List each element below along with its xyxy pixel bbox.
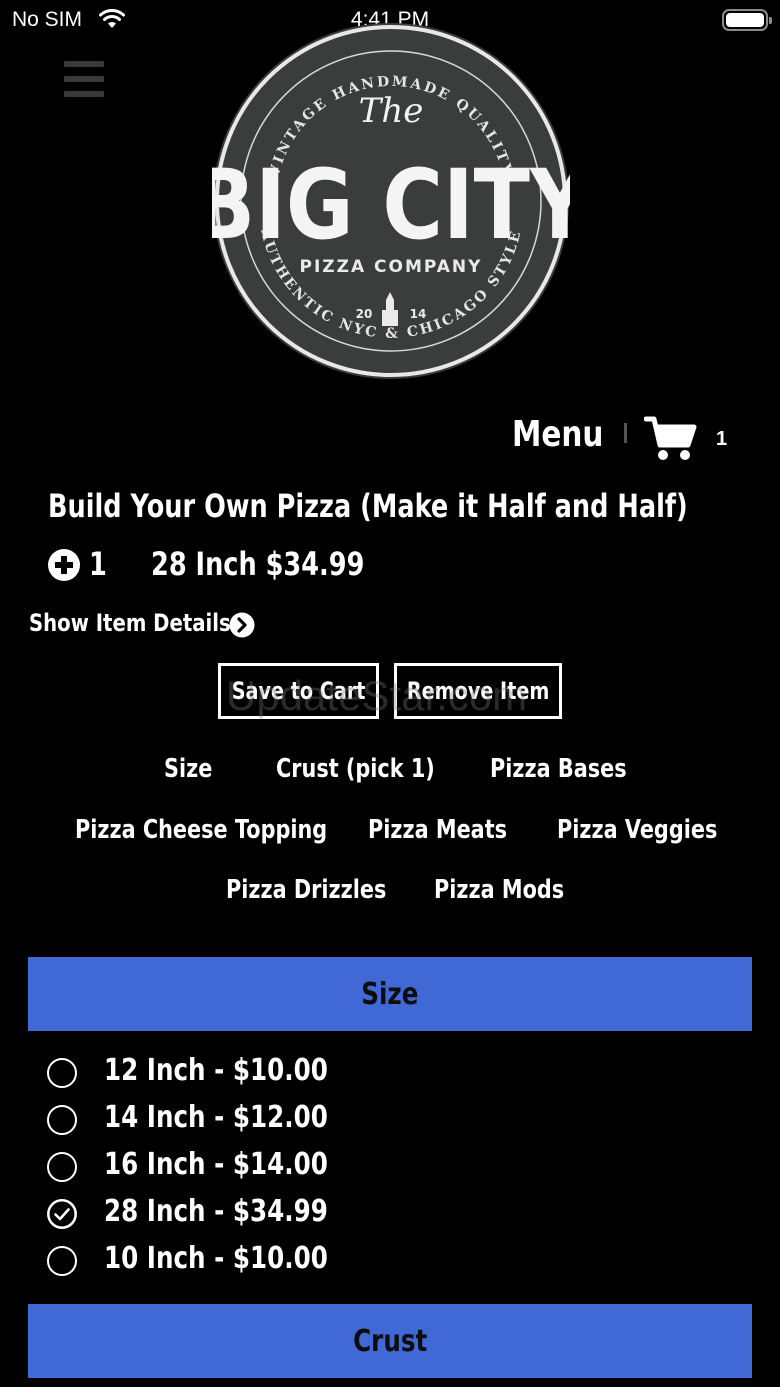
category-link-pizza-meats[interactable]: Pizza Meats xyxy=(368,815,542,849)
quantity-value: 1 xyxy=(89,545,111,583)
option-label: 14 Inch - $12.00 xyxy=(104,1100,377,1135)
option-text: 12 Inch - $10.00 xyxy=(104,1053,328,1088)
plus-circle-icon[interactable] xyxy=(47,548,81,582)
battery-icon xyxy=(722,9,772,31)
category-label: Pizza Veggies xyxy=(557,815,718,845)
category-label: Pizza Bases xyxy=(490,754,627,784)
category-label: Pizza Drizzles xyxy=(226,875,387,905)
size-option-28-inch[interactable]: 28 Inch - $34.99 xyxy=(47,1194,447,1234)
category-link-size[interactable]: Size xyxy=(164,754,224,788)
category-link-pizza-veggies[interactable]: Pizza Veggies xyxy=(557,815,757,849)
nav-divider xyxy=(624,423,627,443)
selected-size-price: 28 Inch $34.99 xyxy=(151,545,418,583)
category-link-pizza-cheese-topping[interactable]: Pizza Cheese Topping xyxy=(75,815,390,849)
radio-button[interactable] xyxy=(47,1246,77,1276)
radio-button[interactable] xyxy=(47,1105,77,1135)
option-label: 10 Inch - $10.00 xyxy=(104,1241,377,1276)
category-label: Crust (pick 1) xyxy=(276,754,435,784)
crust-section-header[interactable]: Crust xyxy=(28,1304,752,1378)
item-title-text: Build Your Own Pizza (Make it Half and H… xyxy=(48,487,688,525)
category-label: Pizza Meats xyxy=(368,815,508,845)
svg-text:20: 20 xyxy=(356,307,373,321)
category-link-crust[interactable]: Crust (pick 1) xyxy=(276,754,475,788)
size-option-12-inch[interactable]: 12 Inch - $10.00 xyxy=(47,1053,447,1093)
category-label: Pizza Cheese Topping xyxy=(75,815,328,845)
show-details-label: Show Item Details xyxy=(29,609,231,637)
big-city-pizza-logo: VINTAGE HANDMADE QUALITY AUTHENTIC NYC &… xyxy=(192,22,591,380)
svg-text:PIZZA COMPANY: PIZZA COMPANY xyxy=(300,257,483,277)
option-label: 12 Inch - $10.00 xyxy=(104,1053,377,1088)
option-text: 28 Inch - $34.99 xyxy=(104,1194,328,1229)
category-link-pizza-drizzles[interactable]: Pizza Drizzles xyxy=(226,875,426,909)
menu-label: Menu xyxy=(512,414,604,455)
radio-button[interactable] xyxy=(47,1152,77,1182)
radio-button[interactable] xyxy=(47,1058,77,1088)
option-text: 10 Inch - $10.00 xyxy=(104,1241,328,1276)
size-section-title: Size xyxy=(361,976,419,1012)
size-price-text: 28 Inch $34.99 xyxy=(151,545,365,583)
svg-text:14: 14 xyxy=(410,307,427,321)
show-item-details-link[interactable]: Show Item Details xyxy=(29,609,275,643)
cart-icon[interactable] xyxy=(643,415,698,468)
quantity-text: 1 xyxy=(89,545,107,583)
size-option-16-inch[interactable]: 16 Inch - $14.00 xyxy=(47,1147,447,1187)
hamburger-menu-icon[interactable] xyxy=(64,61,104,97)
remove-item-button[interactable]: Remove Item xyxy=(394,663,562,719)
option-text: 16 Inch - $14.00 xyxy=(104,1147,328,1182)
category-label: Pizza Mods xyxy=(434,875,565,905)
option-text: 14 Inch - $12.00 xyxy=(104,1100,328,1135)
category-link-pizza-mods[interactable]: Pizza Mods xyxy=(434,875,597,909)
chevron-right-circle-icon xyxy=(229,612,255,638)
svg-text:The: The xyxy=(359,91,424,131)
crust-section-title: Crust xyxy=(352,1323,428,1359)
size-option-10-inch[interactable]: 10 Inch - $10.00 xyxy=(47,1241,447,1281)
option-label: 16 Inch - $14.00 xyxy=(104,1147,377,1182)
size-section-header[interactable]: Size xyxy=(28,957,752,1031)
svg-text:BIG CITY: BIG CITY xyxy=(212,150,570,262)
remove-item-label: Remove Item xyxy=(406,677,550,705)
save-to-cart-button[interactable]: Save to Cart xyxy=(218,663,379,719)
size-option-14-inch[interactable]: 14 Inch - $12.00 xyxy=(47,1100,447,1140)
menu-link[interactable]: Menu xyxy=(512,414,624,458)
save-to-cart-label: Save to Cart xyxy=(231,677,366,705)
cart-count-badge: 1 xyxy=(716,428,728,450)
item-title: Build Your Own Pizza (Make it Half and H… xyxy=(48,487,780,525)
category-link-pizza-bases[interactable]: Pizza Bases xyxy=(490,754,661,788)
option-label: 28 Inch - $34.99 xyxy=(104,1194,377,1229)
radio-button-checked[interactable] xyxy=(47,1199,77,1229)
checkmark-icon xyxy=(47,1199,77,1229)
category-label: Size xyxy=(164,754,213,784)
